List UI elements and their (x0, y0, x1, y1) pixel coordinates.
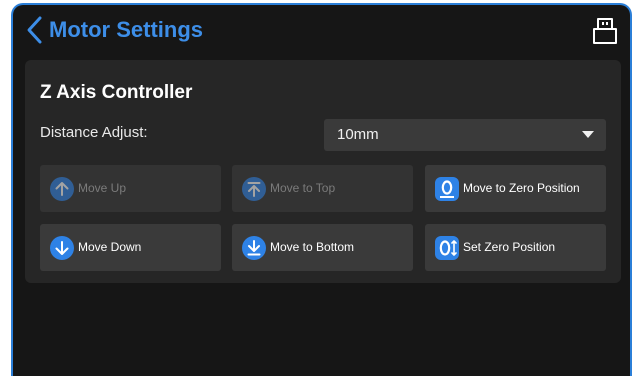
chevron-left-icon (27, 16, 42, 44)
page-title: Motor Settings (49, 17, 203, 42)
move-to-top-button[interactable]: Move to Top (232, 165, 413, 212)
arrow-down-icon (50, 236, 74, 260)
set-zero-icon (435, 236, 459, 260)
move-to-zero-label: Move to Zero Position (463, 181, 580, 195)
back-button[interactable] (23, 15, 47, 45)
set-zero-label: Set Zero Position (463, 240, 556, 254)
top-bar: Motor Settings (13, 5, 630, 55)
arrow-to-top-icon (242, 177, 266, 201)
z-axis-panel: Z Axis Controller Distance Adjust: 10mm … (25, 60, 621, 283)
printer-icon (593, 18, 617, 44)
move-to-top-label: Move to Top (270, 181, 336, 195)
printer-button[interactable] (592, 17, 618, 45)
distance-select-value: 10mm (337, 126, 379, 143)
set-zero-button[interactable]: Set Zero Position (425, 224, 606, 271)
move-down-button[interactable]: Move Down (40, 224, 221, 271)
arrow-up-icon (50, 177, 74, 201)
move-down-label: Move Down (78, 240, 142, 254)
move-up-label: Move Up (78, 181, 127, 195)
device-screen: Motor Settings Z Axis Controller Distanc… (11, 3, 632, 376)
zero-position-icon (435, 177, 459, 201)
distance-adjust-label: Distance Adjust: (40, 124, 148, 141)
dropdown-arrow-icon (582, 131, 594, 138)
move-to-bottom-label: Move to Bottom (270, 240, 355, 254)
panel-title: Z Axis Controller (40, 82, 193, 103)
move-up-button[interactable]: Move Up (40, 165, 221, 212)
arrow-to-bottom-icon (242, 236, 266, 260)
distance-select[interactable]: 10mm (324, 119, 606, 151)
move-to-zero-button[interactable]: Move to Zero Position (425, 165, 606, 212)
move-to-bottom-button[interactable]: Move to Bottom (232, 224, 413, 271)
